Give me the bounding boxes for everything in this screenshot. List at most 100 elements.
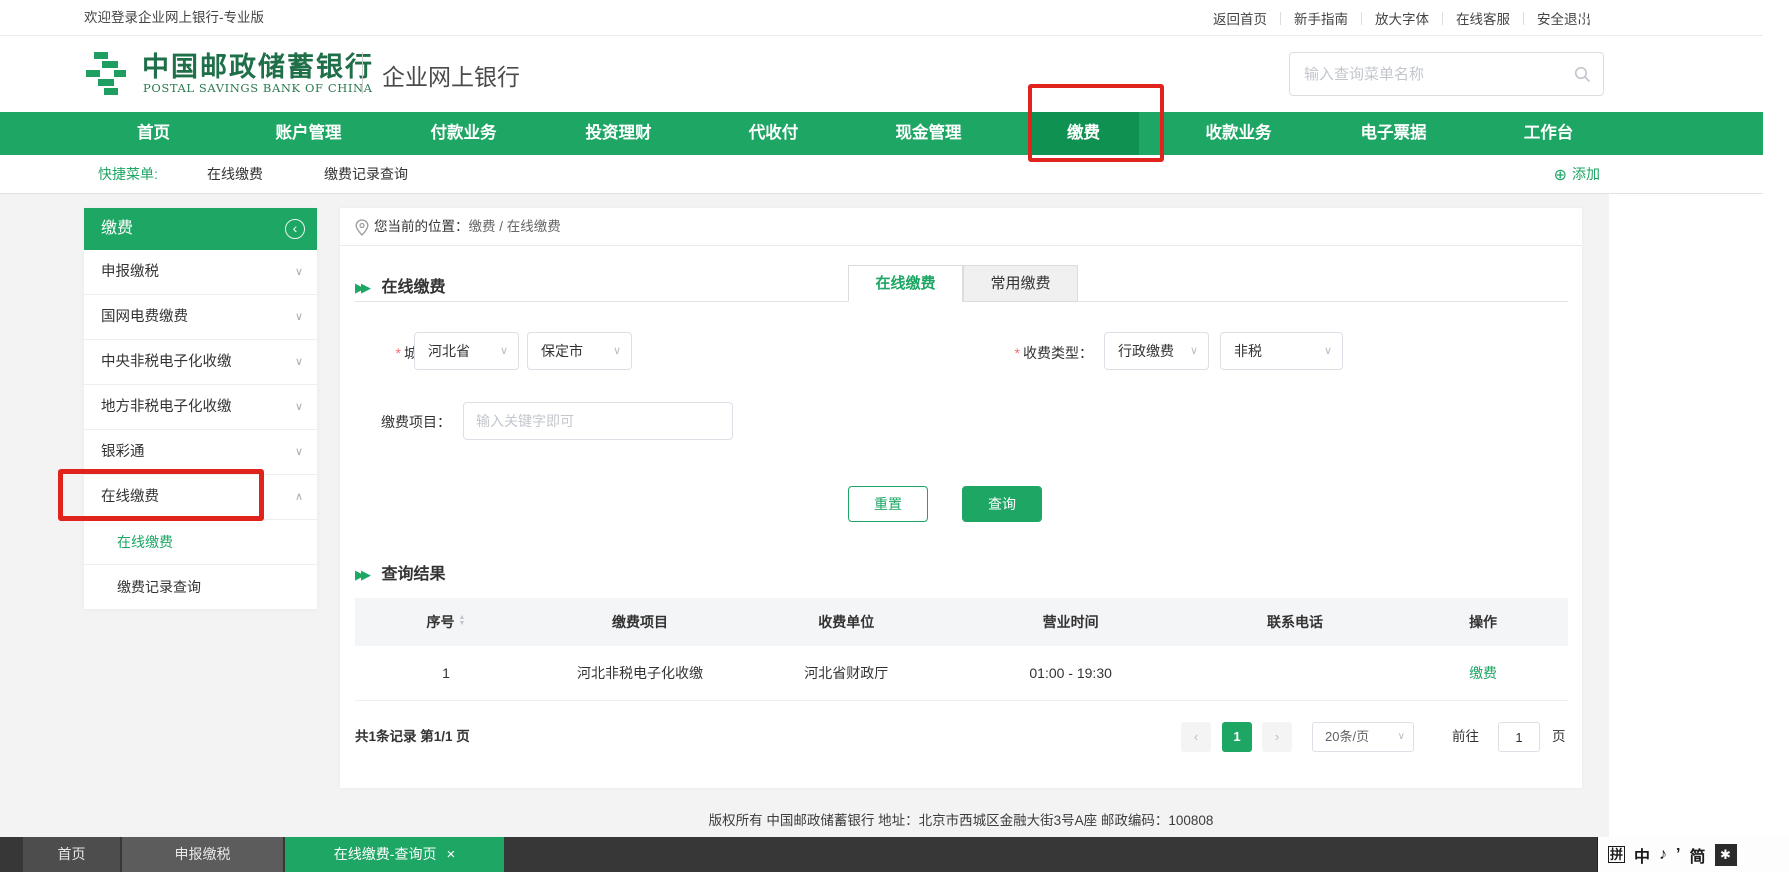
cell-project: 河北非税电子化收缴 — [537, 646, 743, 700]
cell-unit: 河北省财政厅 — [743, 646, 949, 700]
taskbar: 首页 申报缴税 在线缴费-查询页× — [0, 837, 1789, 872]
nav-item-e-bills[interactable]: 电子票据 — [1316, 112, 1471, 155]
goto-page-input[interactable] — [1498, 722, 1540, 752]
search-icon[interactable] — [1574, 66, 1591, 83]
sidebar-item-yincaitong[interactable]: 银彩通∨ — [84, 430, 317, 475]
sidebar-item-central-nontax[interactable]: 中央非税电子化收缴∨ — [84, 340, 317, 385]
add-icon: ⊕ — [1554, 167, 1567, 184]
taskbar-tab-online-payment-query[interactable]: 在线缴费-查询页× — [285, 837, 504, 872]
ime-pinyin-icon[interactable]: 拼 — [1608, 846, 1625, 863]
close-tab-icon[interactable]: × — [446, 846, 455, 863]
col-header-action: 操作 — [1398, 598, 1568, 646]
nav-item-workbench[interactable]: 工作台 — [1471, 112, 1626, 155]
sidebar-item-state-grid-electricity[interactable]: 国网电费缴费∨ — [84, 295, 317, 340]
nav-item-receivables[interactable]: 收款业务 — [1161, 112, 1316, 155]
province-select[interactable]: 河北省 ∨ — [414, 332, 519, 370]
cell-seq: 1 — [355, 646, 537, 700]
nav-item-account-management[interactable]: 账户管理 — [231, 112, 386, 155]
chevron-down-icon: ∨ — [295, 250, 303, 295]
sidebar-item-online-payment[interactable]: 在线缴费∧ — [84, 475, 317, 520]
reset-button[interactable]: 重置 — [848, 486, 928, 522]
query-button[interactable]: 查询 — [962, 486, 1042, 522]
ime-logo-icon[interactable]: ✱ — [1715, 844, 1737, 866]
menu-search-input[interactable] — [1304, 53, 1564, 95]
menu-search-box — [1289, 52, 1604, 96]
sidebar-item-declare-tax[interactable]: 申报缴税∨ — [84, 250, 317, 295]
ime-chinese-mode-icon[interactable]: 中 — [1634, 843, 1650, 867]
copyright-footer: 版权所有 中国邮政储蓄银行 地址：北京市西城区金融大街3号A座 邮政编码：100… — [709, 809, 1214, 829]
sidebar: 缴费 ‹ 申报缴税∨ 国网电费缴费∨ 中央非税电子化收缴∨ 地方非税电子化收缴∨… — [84, 208, 317, 610]
nav-item-cash-management[interactable]: 现金管理 — [851, 112, 1006, 155]
cell-hours: 01:00 - 19:30 — [949, 646, 1192, 700]
top-utility-bar: 欢迎登录企业网上银行-专业版 返回首页 新手指南 放大字体 在线客服 安全退出 — [0, 0, 1763, 36]
sidebar-subitem-payment-records[interactable]: 缴费记录查询 — [84, 565, 317, 610]
link-enlarge-font[interactable]: 放大字体 — [1362, 8, 1442, 28]
project-keyword-input[interactable] — [463, 402, 733, 440]
col-header-project: 缴费项目 — [537, 598, 743, 646]
main-content-card: 您当前的位置：缴费 / 在线缴费 ▶▶ 在线缴费 在线缴费 常用缴费 *城市： … — [340, 208, 1582, 788]
fee-subtype-select[interactable]: 非税 ∨ — [1220, 332, 1343, 370]
utility-links: 返回首页 新手指南 放大字体 在线客服 安全退出 — [1200, 0, 1604, 36]
col-header-phone: 联系电话 — [1192, 598, 1398, 646]
add-quick-menu-button[interactable]: ⊕添加 — [1554, 155, 1600, 195]
breadcrumb-path: 缴费 / 在线缴费 — [469, 219, 561, 234]
pay-action-link[interactable]: 缴费 — [1469, 665, 1497, 681]
prev-page-button[interactable]: ‹ — [1181, 722, 1211, 752]
ime-punctuation-icon[interactable]: ’ — [1676, 846, 1680, 864]
col-header-seq: 序号▲▼ — [355, 598, 537, 646]
ime-sound-icon[interactable]: ♪ — [1659, 846, 1667, 864]
bank-name-english: POSTAL SAVINGS BANK OF CHINA — [143, 81, 373, 95]
bank-name: 中国邮政储蓄银行 — [142, 45, 374, 84]
section-title-query-results: ▶▶ 查询结果 — [355, 560, 445, 584]
sidebar-collapse-icon[interactable]: ‹ — [285, 219, 305, 239]
link-beginner-guide[interactable]: 新手指南 — [1281, 8, 1361, 28]
table-header-row: 序号▲▼ 缴费项目 收费单位 营业时间 联系电话 操作 — [355, 598, 1568, 646]
ime-simplified-icon[interactable]: 简 — [1689, 843, 1705, 867]
fee-type-select[interactable]: 行政缴费 ∨ — [1104, 332, 1209, 370]
tab-frequent-payment[interactable]: 常用缴费 — [963, 265, 1078, 302]
link-safe-logout[interactable]: 安全退出 — [1524, 8, 1604, 28]
current-page-button[interactable]: 1 — [1222, 722, 1252, 752]
cell-phone — [1192, 646, 1398, 700]
welcome-text: 欢迎登录企业网上银行-专业版 — [84, 0, 264, 36]
project-label: 缴费项目： — [368, 412, 451, 432]
tab-online-payment[interactable]: 在线缴费 — [848, 265, 963, 302]
goto-unit-label: 页 — [1552, 722, 1566, 752]
nav-item-bill-payment[interactable]: 缴费 — [1029, 112, 1139, 155]
link-online-service[interactable]: 在线客服 — [1443, 8, 1523, 28]
section-title-online-payment: ▶▶ 在线缴费 — [355, 273, 445, 297]
taskbar-tab-home[interactable]: 首页 — [23, 837, 120, 872]
pagination: 共1条记录 第1/1 页 ‹ 1 › 20条/页 ∨ 前往 页 — [340, 722, 1582, 752]
breadcrumb-label: 您当前的位置： — [374, 219, 469, 234]
chevron-down-icon: ∨ — [295, 385, 303, 430]
nav-more-icon[interactable]: » — [1578, 0, 1590, 43]
sidebar-subitem-online-payment[interactable]: 在线缴费 — [84, 520, 317, 565]
link-return-home[interactable]: 返回首页 — [1200, 8, 1280, 28]
quick-menu-label: 快捷菜单: — [98, 155, 158, 194]
col-header-unit: 收费单位 — [743, 598, 949, 646]
sidebar-item-local-nontax[interactable]: 地方非税电子化收缴∨ — [84, 385, 317, 430]
record-summary: 共1条记录 第1/1 页 — [355, 722, 470, 752]
section-marker-icon: ▶▶ — [355, 567, 367, 582]
ime-toolbar: 拼 中 ♪ ’ 简 ✱ — [1597, 837, 1789, 872]
col-header-hours: 营业时间 — [949, 598, 1192, 646]
nav-item-payment-business[interactable]: 付款业务 — [386, 112, 541, 155]
nav-item-investment[interactable]: 投资理财 — [541, 112, 696, 155]
product-name: 企业网上银行 — [382, 58, 520, 92]
quick-menu-bar: 快捷菜单: 在线缴费 缴费记录查询 ⊕添加 — [0, 155, 1763, 194]
sort-icon[interactable]: ▲▼ — [459, 615, 466, 627]
next-page-button[interactable]: › — [1262, 722, 1292, 752]
page-size-select[interactable]: 20条/页 ∨ — [1312, 722, 1414, 752]
quick-menu-payment-records[interactable]: 缴费记录查询 — [324, 155, 408, 194]
select-arrow-icon: ∨ — [613, 333, 621, 369]
city-select[interactable]: 保定市 ∨ — [527, 332, 632, 370]
quick-menu-online-payment[interactable]: 在线缴费 — [207, 155, 263, 194]
location-pin-icon — [355, 219, 369, 236]
nav-item-home[interactable]: 首页 — [76, 112, 231, 155]
select-arrow-icon: ∨ — [1324, 333, 1332, 369]
section-marker-icon: ▶▶ — [355, 280, 367, 295]
taskbar-tab-declare-tax[interactable]: 申报缴税 — [122, 837, 283, 872]
goto-label: 前往 — [1452, 722, 1479, 752]
required-asterisk: * — [1015, 345, 1020, 361]
nav-item-collection-payment[interactable]: 代收付 — [696, 112, 851, 155]
